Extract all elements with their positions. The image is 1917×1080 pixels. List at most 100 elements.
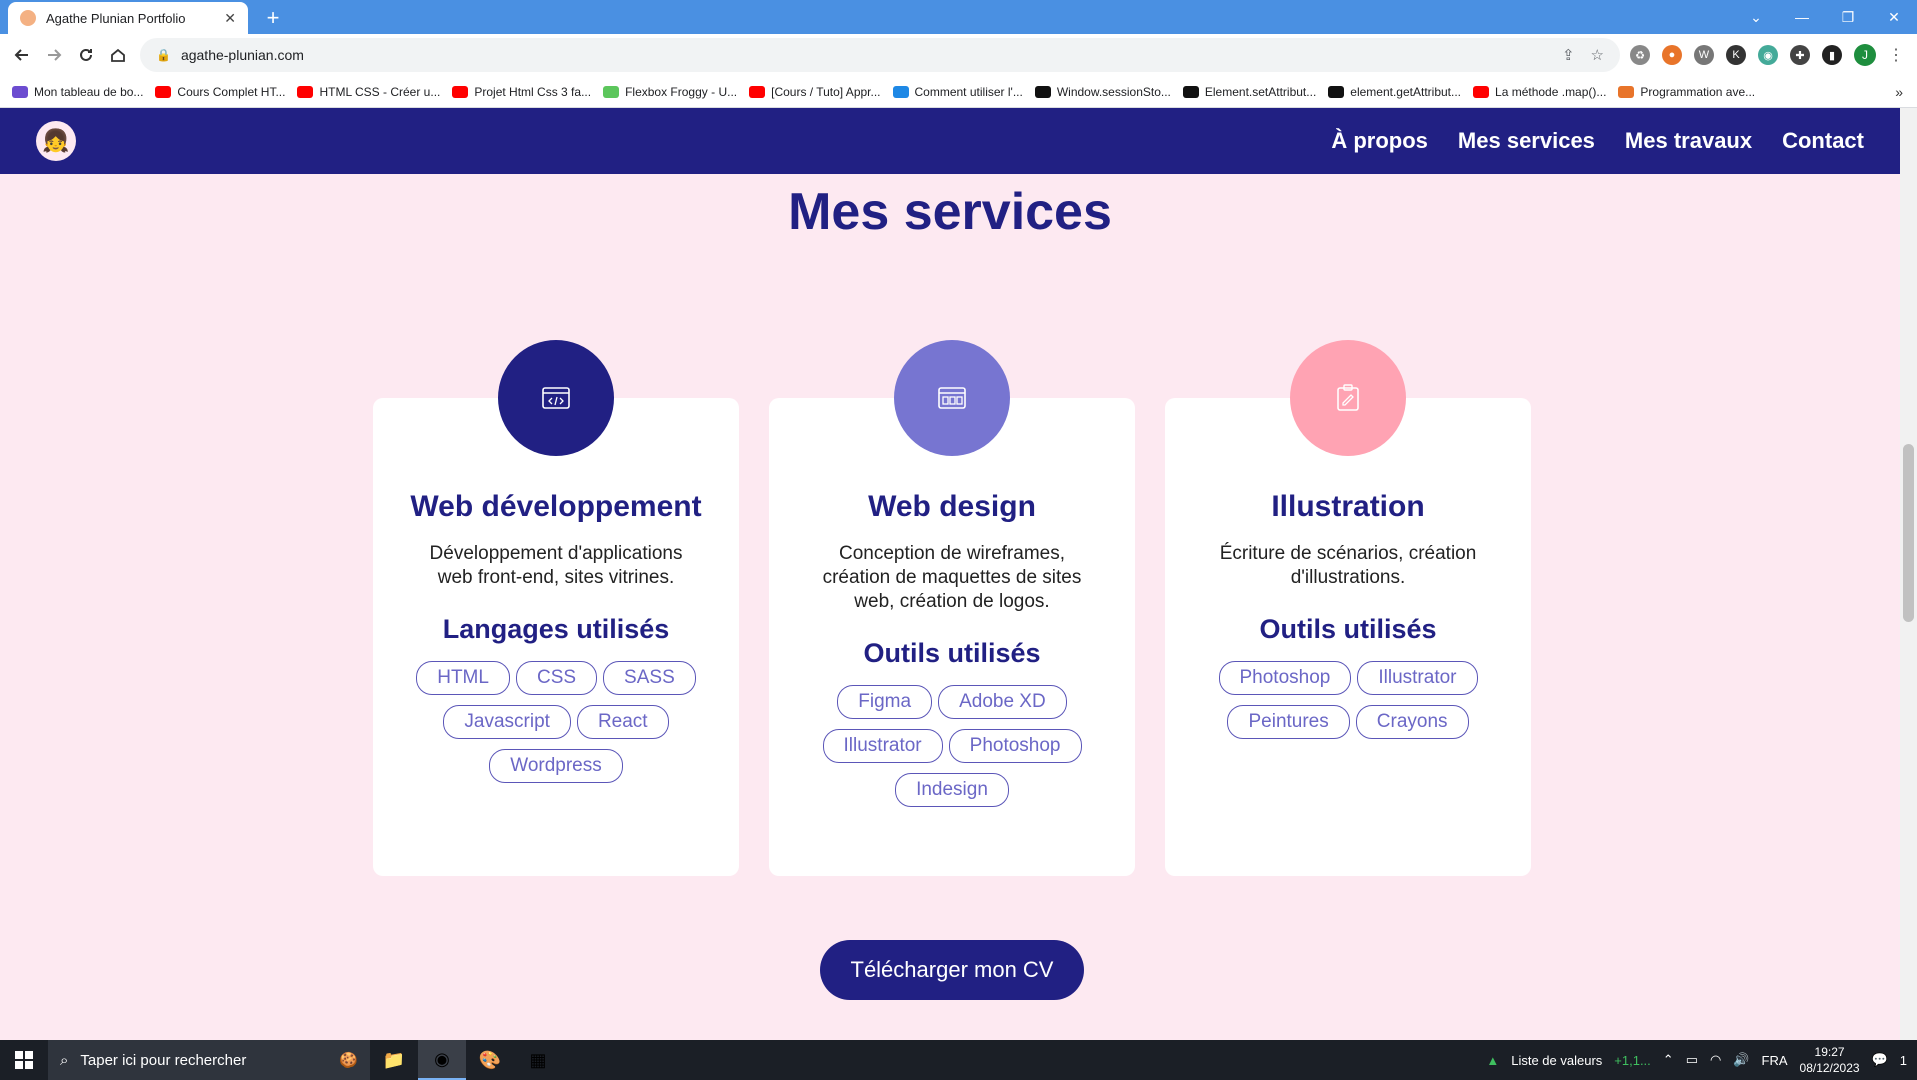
new-tab-button[interactable]: + bbox=[260, 5, 286, 31]
url-text[interactable]: agathe-plunian.com bbox=[181, 47, 1552, 63]
lock-icon: 🔒 bbox=[156, 48, 171, 62]
recycle-extension-icon[interactable]: ♻ bbox=[1630, 45, 1650, 65]
search-icon: ⌕ bbox=[60, 1051, 69, 1069]
tag: Javascript bbox=[443, 705, 571, 739]
youtube-icon bbox=[749, 85, 766, 98]
chrome-icon[interactable]: ◉ bbox=[418, 1040, 466, 1080]
clock[interactable]: 19:27 08/12/2023 bbox=[1800, 1044, 1860, 1076]
nav-link-contact[interactable]: Contact bbox=[1782, 128, 1864, 154]
tab-search-icon[interactable]: ⌄ bbox=[1733, 0, 1779, 34]
tag: Illustrator bbox=[822, 729, 943, 763]
refresh-site-icon bbox=[892, 85, 909, 98]
file-explorer-icon[interactable]: 📁 bbox=[370, 1040, 418, 1080]
card-title: Web développement bbox=[410, 490, 702, 523]
tag-list: Photoshop Illustrator Peintures Crayons bbox=[1165, 661, 1531, 739]
tag: Indesign bbox=[895, 773, 1009, 807]
youtube-icon bbox=[297, 85, 314, 98]
notification-icon[interactable]: 💬 bbox=[1872, 1052, 1888, 1068]
code-window-icon bbox=[542, 387, 570, 409]
tab-title: Agathe Plunian Portfolio bbox=[46, 10, 186, 26]
bookmark-item[interactable]: Element.setAttribut... bbox=[1182, 85, 1316, 99]
bookmark-item[interactable]: Flexbox Froggy - U... bbox=[603, 85, 737, 99]
stock-value: +1,1... bbox=[1614, 1052, 1651, 1068]
notification-count: 1 bbox=[1899, 1052, 1907, 1068]
share-icon[interactable]: ⇪ bbox=[1562, 46, 1575, 64]
restore-button[interactable]: ❐ bbox=[1825, 0, 1871, 34]
minimize-button[interactable]: — bbox=[1779, 0, 1825, 34]
frog-icon bbox=[603, 85, 620, 98]
extension-icon[interactable]: ● bbox=[1662, 45, 1682, 65]
more-bookmarks-icon[interactable]: » bbox=[1895, 84, 1903, 100]
window-controls: ⌄ — ❐ ✕ bbox=[1733, 0, 1917, 34]
close-tab-icon[interactable]: ✕ bbox=[224, 10, 236, 27]
nav-link-a-propos[interactable]: À propos bbox=[1331, 128, 1428, 154]
reload-icon[interactable] bbox=[70, 39, 102, 71]
bookmark-item[interactable]: Comment utiliser l'... bbox=[892, 85, 1023, 99]
download-cv-button[interactable]: Télécharger mon CV bbox=[820, 940, 1084, 1000]
bookmark-item[interactable]: Cours Complet HT... bbox=[155, 85, 285, 99]
service-card-web-design: Web design Conception de wireframes, cré… bbox=[769, 340, 1135, 876]
page-scrollbar[interactable] bbox=[1900, 108, 1917, 1040]
card-description: Conception de wireframes, création de ma… bbox=[822, 543, 1082, 612]
tag: SASS bbox=[603, 661, 696, 695]
clipboard-brush-icon bbox=[1337, 384, 1359, 411]
paint-app-icon[interactable]: 🎨 bbox=[466, 1040, 514, 1080]
chat-extension-icon[interactable]: ◉ bbox=[1758, 45, 1778, 65]
clock-date: 08/12/2023 bbox=[1799, 1061, 1860, 1075]
bookmark-item[interactable]: element.getAttribut... bbox=[1328, 85, 1461, 99]
card-icon-circle bbox=[498, 340, 614, 456]
site-logo[interactable]: 👧 bbox=[36, 121, 76, 161]
nav-link-mes-services[interactable]: Mes services bbox=[1458, 128, 1595, 154]
language-indicator[interactable]: FRA bbox=[1762, 1053, 1788, 1068]
card-subtitle: Langages utilisés bbox=[442, 614, 670, 644]
calculator-icon[interactable]: ▦ bbox=[514, 1040, 562, 1080]
volume-icon[interactable]: 🔊 bbox=[1733, 1052, 1749, 1068]
clock-time: 19:27 bbox=[1814, 1045, 1845, 1059]
tag-list: Figma Adobe XD Illustrator Photoshop Ind… bbox=[769, 685, 1135, 807]
forward-icon[interactable] bbox=[38, 39, 70, 71]
bookmark-star-icon[interactable]: ☆ bbox=[1591, 46, 1604, 64]
address-bar[interactable]: 🔒 agathe-plunian.com ⇪ ☆ bbox=[140, 38, 1620, 72]
profile-avatar[interactable]: J bbox=[1854, 44, 1876, 66]
taskbar-search[interactable]: ⌕ Taper ici pour rechercher 🍪 bbox=[48, 1040, 370, 1080]
wifi-icon[interactable]: ◠ bbox=[1710, 1052, 1721, 1068]
close-window-button[interactable]: ✕ bbox=[1871, 0, 1917, 34]
layout-grid-icon bbox=[938, 387, 966, 409]
chevron-up-icon[interactable]: ⌃ bbox=[1663, 1052, 1674, 1068]
tag: Figma bbox=[837, 685, 933, 719]
wordpress-extension-icon[interactable]: W bbox=[1694, 45, 1714, 65]
puzzle-icon[interactable]: ✚ bbox=[1790, 45, 1810, 65]
bookmark-item[interactable]: Window.sessionSto... bbox=[1034, 85, 1171, 99]
card-description: Développement d'applications web front-e… bbox=[429, 543, 683, 588]
bookmark-item[interactable]: HTML CSS - Créer u... bbox=[297, 85, 440, 99]
browser-tab[interactable]: Agathe Plunian Portfolio ✕ bbox=[8, 2, 248, 34]
tag: Photoshop bbox=[1218, 661, 1352, 695]
k-extension-icon[interactable]: K bbox=[1726, 45, 1746, 65]
youtube-icon bbox=[1473, 85, 1490, 98]
scrollbar-thumb[interactable] bbox=[1903, 444, 1914, 622]
back-icon[interactable] bbox=[6, 39, 38, 71]
menu-dots-icon[interactable]: ⋮ bbox=[1888, 45, 1904, 65]
tag-list: HTML CSS SASS Javascript React Wordpress bbox=[373, 661, 739, 783]
nav-link-mes-travaux[interactable]: Mes travaux bbox=[1625, 128, 1752, 154]
home-icon[interactable] bbox=[102, 39, 134, 71]
sidebar-icon[interactable]: ▮ bbox=[1822, 45, 1842, 65]
bookmark-item[interactable]: Programmation ave... bbox=[1618, 85, 1755, 99]
card-icon-circle bbox=[1290, 340, 1406, 456]
site-favicon-icon bbox=[1618, 85, 1635, 98]
battery-icon[interactable]: ▭ bbox=[1686, 1052, 1698, 1068]
system-tray: ▲ Liste de valeurs +1,1... ⌃ ▭ ◠ 🔊 FRA 1… bbox=[1486, 1040, 1917, 1080]
browser-toolbar: 🔒 agathe-plunian.com ⇪ ☆ ♻ ● W K ◉ ✚ ▮ J… bbox=[0, 34, 1917, 76]
windows-start-icon[interactable] bbox=[0, 1040, 48, 1080]
bookmark-item[interactable]: Projet Html Css 3 fa... bbox=[452, 85, 591, 99]
youtube-icon bbox=[452, 85, 469, 98]
bookmark-item[interactable]: Mon tableau de bo... bbox=[12, 85, 143, 99]
extensions-area: ♻ ● W K ◉ ✚ ▮ J ⋮ bbox=[1630, 44, 1904, 66]
bookmark-item[interactable]: La méthode .map()... bbox=[1473, 85, 1606, 99]
gingerbread-icon[interactable]: 🍪 bbox=[339, 1051, 358, 1069]
bookmark-item[interactable]: [Cours / Tuto] Appr... bbox=[749, 85, 881, 99]
browser-tab-bar: Agathe Plunian Portfolio ✕ + ⌄ — ❐ ✕ bbox=[0, 0, 1917, 34]
tag: Crayons bbox=[1355, 705, 1469, 739]
site-navbar: 👧 À propos Mes services Mes travaux Cont… bbox=[0, 108, 1900, 174]
stock-label[interactable]: Liste de valeurs bbox=[1511, 1053, 1602, 1068]
